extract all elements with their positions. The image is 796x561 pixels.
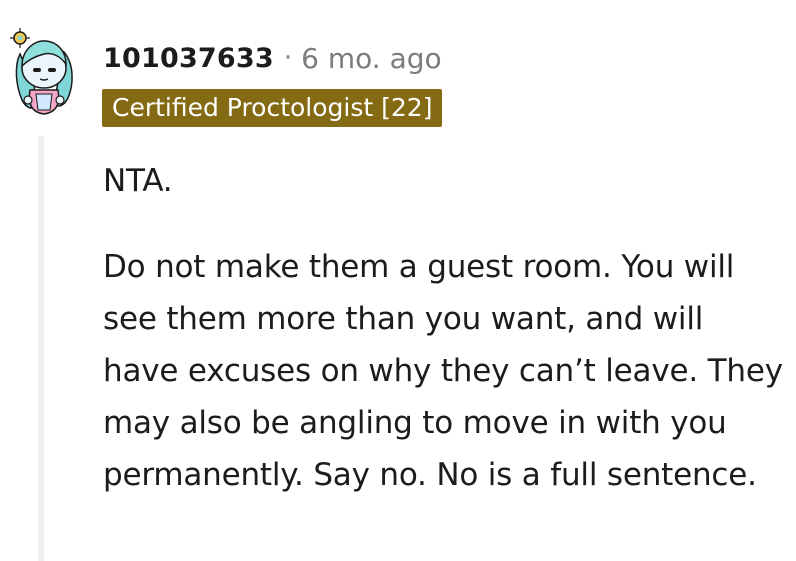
- comment-paragraph: NTA.: [103, 163, 173, 199]
- comment-header: 101037633 · 6 mo. ago: [103, 38, 442, 78]
- user-avatar[interactable]: [6, 24, 82, 116]
- comment-body: NTA. Do not make them a guest room. You …: [103, 155, 783, 501]
- thread-collapse-line[interactable]: [38, 136, 44, 561]
- separator-dot: ·: [283, 43, 293, 73]
- comment-timestamp[interactable]: 6 mo. ago: [301, 42, 442, 75]
- comment-paragraph: Do not make them a guest room. You will …: [103, 249, 783, 493]
- snoo-avatar-icon: [10, 28, 73, 115]
- comment: 101037633 · 6 mo. ago Certified Proctolo…: [0, 0, 796, 561]
- username-link[interactable]: 101037633: [103, 43, 274, 74]
- user-flair-badge: Certified Proctologist [22]: [102, 89, 443, 127]
